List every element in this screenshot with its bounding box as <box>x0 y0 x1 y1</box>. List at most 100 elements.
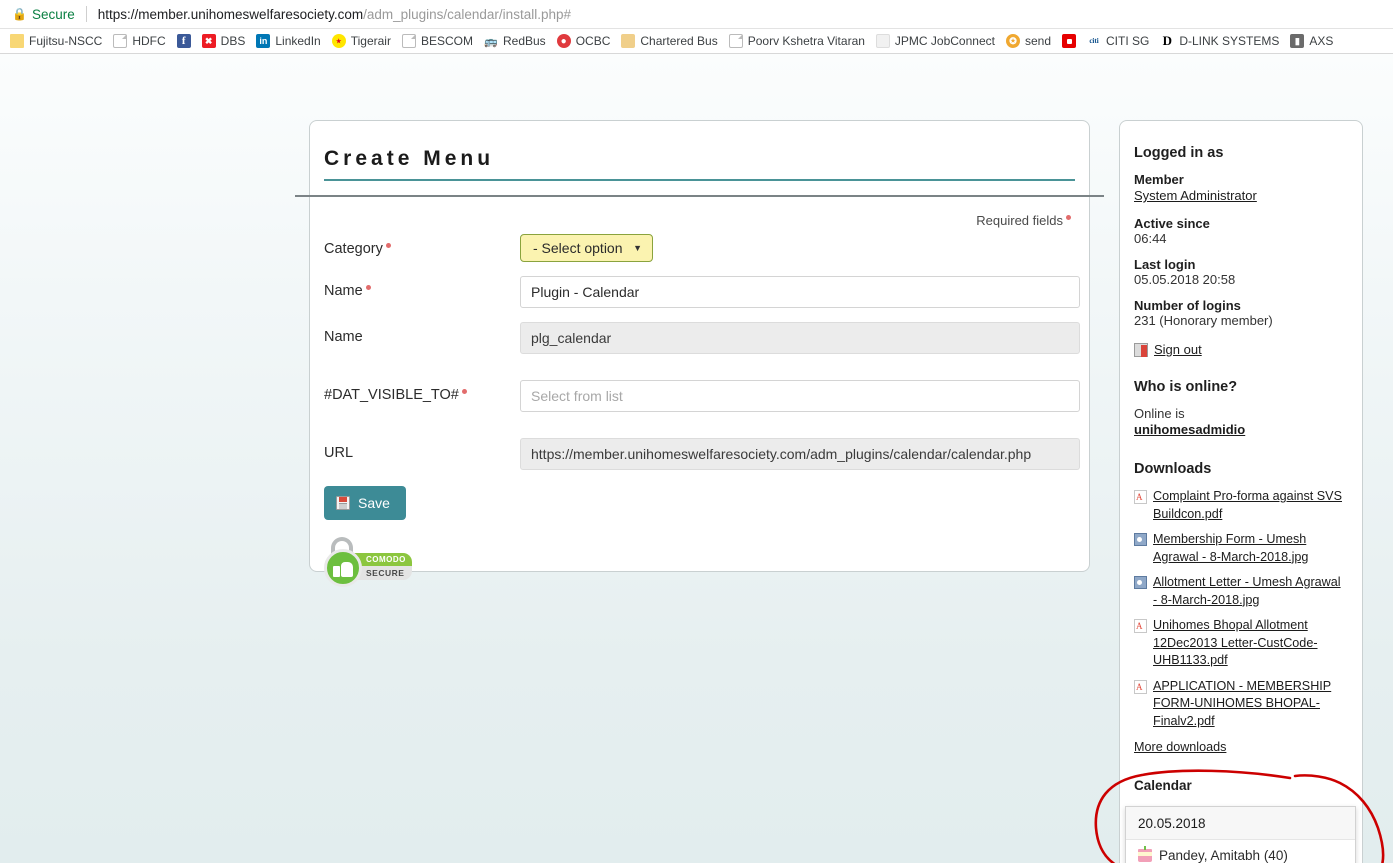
pdf-icon <box>1134 490 1147 504</box>
required-fields-label: Required fields <box>976 213 1063 228</box>
bookmark-citi-sg[interactable]: citi CITI SG <box>1083 32 1156 50</box>
download-item[interactable]: Complaint Pro-forma against SVS Buildcon… <box>1134 488 1348 523</box>
tigerair-icon: ★ <box>331 34 346 48</box>
bookmark-label: OCBC <box>575 34 611 48</box>
name-input[interactable] <box>520 276 1080 308</box>
download-item[interactable]: Unihomes Bhopal Allotment 12Dec2013 Lett… <box>1134 617 1348 670</box>
bookmark-jpmc-jobconnect[interactable]: JPMC JobConnect <box>872 32 1002 50</box>
field-name-internal <box>520 322 1080 354</box>
field-category: - Select option - ▼ <box>520 234 1075 262</box>
omnibox-divider <box>85 6 87 22</box>
bookmark-label: Fujitsu-NSCC <box>29 34 103 48</box>
citi-icon: citi <box>1087 34 1101 48</box>
bookmarks-bar[interactable]: Fujitsu-NSCC HDFC f ✖ DBS in LinkedIn ★ Tig… <box>0 29 1393 54</box>
security-label: Secure <box>31 6 75 22</box>
download-item[interactable]: Membership Form - Umesh Agrawal - 8-Marc… <box>1134 531 1348 566</box>
required-dot-icon <box>365 285 371 290</box>
bookmark-hdfc[interactable]: HDFC <box>109 32 172 50</box>
jpg-icon <box>1134 576 1147 589</box>
ocbc-icon: ● <box>556 34 571 48</box>
member-name-link[interactable]: System Administrator <box>1134 188 1257 203</box>
calendar-tooltip-entry[interactable]: Pandey, Amitabh (40) <box>1126 840 1355 863</box>
bookmark-dbs[interactable]: ✖ DBS <box>198 32 253 50</box>
facebook-icon: f <box>176 34 191 48</box>
label-text: Category <box>324 241 383 257</box>
calendar-heading: Calendar <box>1134 778 1192 793</box>
pdf-icon <box>1134 679 1147 694</box>
download-item[interactable]: APPLICATION - MEMBERSHIP FORM-UNIHOMES B… <box>1134 678 1348 731</box>
page-body: Create Menu Required fields Category - S… <box>0 54 1393 863</box>
sidebar: Logged in as Member System Administrator… <box>1119 120 1363 863</box>
security-indicator[interactable]: 🔒 Secure <box>8 7 75 22</box>
comodo-brand-label: COMODO <box>354 553 412 566</box>
field-visible-to <box>520 380 1080 412</box>
bookmark-d-link-systems[interactable]: D D-LINK SYSTEMS <box>1156 32 1286 50</box>
download-link[interactable]: Allotment Letter - Umesh Agrawal - 8-Mar… <box>1153 574 1348 609</box>
download-link[interactable]: APPLICATION - MEMBERSHIP FORM-UNIHOMES B… <box>1153 678 1348 731</box>
active-since-value: 06:44 <box>1134 231 1167 246</box>
thumb-glyph <box>333 559 353 577</box>
download-link[interactable]: Unihomes Bhopal Allotment 12Dec2013 Lett… <box>1153 617 1348 670</box>
sign-out-icon <box>1134 342 1148 357</box>
page-icon <box>401 34 416 48</box>
url-bar[interactable]: https://member.unihomeswelfaresociety.co… <box>98 7 571 22</box>
omnibox[interactable]: 🔒 Secure https://member.unihomeswelfares… <box>0 0 1393 29</box>
bookmark-label: BESCOM <box>420 34 473 48</box>
url-host: https://member.unihomeswelfaresociety.co… <box>97 6 364 22</box>
category-select-wrapper[interactable]: - Select option - ▼ <box>520 234 653 262</box>
label-visible-to: #DAT_VISIBLE_TO# <box>324 380 520 403</box>
birthday-cake-icon <box>1138 846 1152 862</box>
bookmark-redbus[interactable]: 🚌 RedBus <box>480 32 553 50</box>
bookmark-tigerair[interactable]: ★ Tigerair <box>328 32 398 50</box>
label-name: Name <box>324 276 520 299</box>
url-input <box>520 438 1080 470</box>
category-select[interactable]: - Select option - <box>520 234 653 262</box>
label-url: URL <box>324 438 520 461</box>
dbs-icon: ✖ <box>201 34 216 48</box>
form-body: Required fields Category - Select option… <box>310 197 1089 587</box>
bookmark-send[interactable]: ✪ send <box>1002 32 1058 50</box>
blank-icon <box>875 34 890 48</box>
form-row-name-internal: Name <box>324 322 1080 354</box>
sign-out-row[interactable]: Sign out <box>1134 342 1348 357</box>
save-button[interactable]: Save <box>324 486 406 520</box>
dlink-icon: D <box>1160 33 1175 48</box>
bookmark-bescom[interactable]: BESCOM <box>398 32 480 50</box>
bookmark-chartered-bus[interactable]: Chartered Bus <box>617 32 724 50</box>
name-internal-input <box>520 322 1080 354</box>
bookmark-axs[interactable]: ▮ AXS <box>1286 32 1340 50</box>
number-of-logins-value: 231 (Honorary member) <box>1134 313 1273 328</box>
bookmark-label: LinkedIn <box>275 34 321 48</box>
download-link[interactable]: Complaint Pro-forma against SVS Buildcon… <box>1153 488 1348 523</box>
download-item[interactable]: Allotment Letter - Umesh Agrawal - 8-Mar… <box>1134 574 1348 609</box>
visible-to-input[interactable] <box>520 380 1080 412</box>
bookmark-facebook[interactable]: f <box>173 32 198 50</box>
sign-out-link[interactable]: Sign out <box>1154 342 1202 357</box>
bookmark-vodafone[interactable] <box>1058 32 1083 50</box>
bookmark-linkedin[interactable]: in LinkedIn <box>252 32 327 50</box>
more-downloads-link[interactable]: More downloads <box>1134 740 1226 754</box>
bookmark-ocbc[interactable]: ● OCBC <box>553 32 618 50</box>
bookmark-label: Chartered Bus <box>640 34 718 48</box>
required-dot-icon <box>461 389 467 394</box>
bookmark-fujitsu-nscc[interactable]: Fujitsu-NSCC <box>6 32 109 50</box>
vodafone-icon <box>1062 34 1076 48</box>
create-menu-card: Create Menu Required fields Category - S… <box>295 120 1104 587</box>
label-category: Category <box>324 234 520 257</box>
pdf-icon <box>1134 619 1147 633</box>
form-row-visible-to: #DAT_VISIBLE_TO# <box>324 380 1080 412</box>
redbus-icon: 🚌 <box>483 34 498 48</box>
active-since-label: Active since <box>1134 216 1210 231</box>
label-name-internal: Name <box>324 322 520 345</box>
card-header: Create Menu <box>310 121 1089 181</box>
bookmark-poorv-kshetra-vitaran[interactable]: Poorv Kshetra Vitaran <box>725 32 872 50</box>
comodo-secure-label: SECURE <box>354 566 412 580</box>
bookmark-label: Tigerair <box>350 34 391 48</box>
last-login-label: Last login <box>1134 257 1196 272</box>
field-url <box>520 438 1080 470</box>
required-dot-icon <box>1066 215 1071 220</box>
download-link[interactable]: Membership Form - Umesh Agrawal - 8-Marc… <box>1153 531 1348 566</box>
send-icon: ✪ <box>1005 34 1020 48</box>
online-user-link[interactable]: unihomesadmidio <box>1134 422 1245 437</box>
chartered-bus-icon <box>621 34 636 48</box>
